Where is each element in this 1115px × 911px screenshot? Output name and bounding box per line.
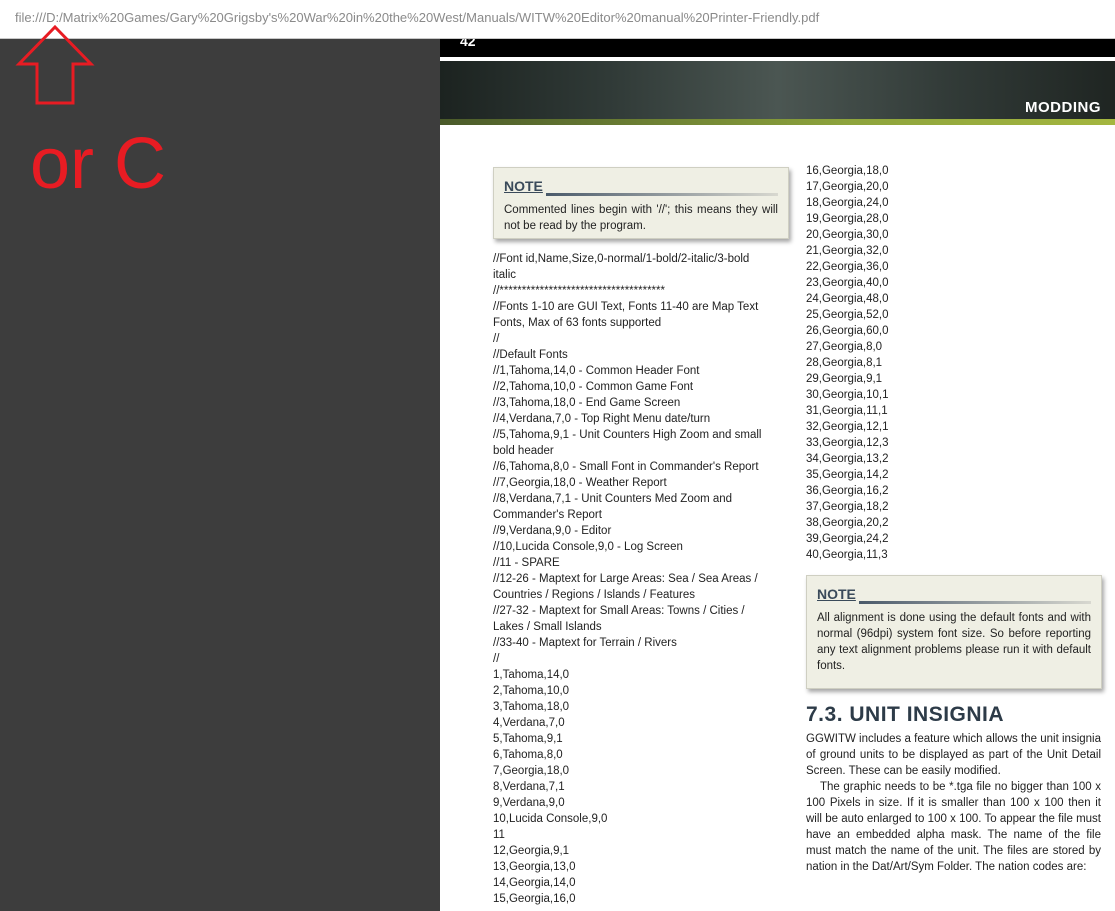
font-list-line: 36,Georgia,16,2 (806, 485, 889, 497)
font-list-line: Lakes / Small Islands (493, 621, 602, 633)
pdf-page: 42 MODDING NOTE Commented lines begin wi… (440, 39, 1115, 911)
font-list-line: 28,Georgia,8,1 (806, 357, 883, 369)
note-text: All alignment is done using the default … (817, 612, 1091, 672)
font-list-line: 18,Georgia,24,0 (806, 197, 889, 209)
font-list-line: 20,Georgia,30,0 (806, 229, 889, 241)
font-list-line: //11 - SPARE (493, 557, 560, 569)
font-list-line: //Fonts 1-10 are GUI Text, Fonts 11-40 a… (493, 301, 759, 313)
font-list-line: 11 (493, 829, 505, 841)
header-accent-bar (440, 119, 1115, 125)
font-list-line: //3,Tahoma,18,0 - End Game Screen (493, 397, 681, 409)
paragraph: The graphic needs to be *.tga file no bi… (806, 781, 1101, 873)
font-list-line: 9,Verdana,9,0 (493, 797, 565, 809)
font-list-line: //4,Verdana,7,0 - Top Right Menu date/tu… (493, 413, 711, 425)
font-list-line: 25,Georgia,52,0 (806, 309, 889, 321)
font-list-line: // (493, 333, 500, 345)
note-divider (546, 193, 778, 196)
font-list-line: 13,Georgia,13,0 (493, 861, 576, 873)
font-list-line: 12,Georgia,9,1 (493, 845, 570, 857)
font-list-line: 19,Georgia,28,0 (806, 213, 889, 225)
up-arrow-annotation-icon (15, 24, 95, 105)
page-top-strip: 42 (440, 39, 1115, 57)
note-title: NOTE (504, 178, 543, 194)
font-list-line: Countries / Regions / Islands / Features (493, 589, 695, 601)
font-list-right-column: 16,Georgia,18,0 17,Georgia,20,0 18,Georgia… (806, 163, 1006, 563)
font-list-line: //************************************* (493, 285, 665, 297)
page-header-banner (440, 61, 1115, 119)
font-list-line: 39,Georgia,24,2 (806, 533, 889, 545)
font-list-line: 4,Verdana,7,0 (493, 717, 565, 729)
note-title: NOTE (817, 586, 856, 602)
font-list-line: 8,Verdana,7,1 (493, 781, 565, 793)
font-list-line: //5,Tahoma,9,1 - Unit Counters High Zoom… (493, 429, 762, 441)
url-text[interactable]: file:///D:/Matrix%20Games/Gary%20Grigsby… (15, 10, 819, 25)
font-list-line: //6,Tahoma,8,0 - Small Font in Commander… (493, 461, 759, 473)
font-list-line: 24,Georgia,48,0 (806, 293, 889, 305)
font-list-line: 30,Georgia,10,1 (806, 389, 889, 401)
font-list-line: bold header (493, 445, 554, 457)
font-list-line: //8,Verdana,7,1 - Unit Counters Med Zoom… (493, 493, 733, 505)
font-list-line: // (493, 653, 500, 665)
font-list-line: //12-26 - Maptext for Large Areas: Sea /… (493, 573, 758, 585)
font-list-line: //1,Tahoma,14,0 - Common Header Font (493, 365, 700, 377)
font-list-line: 17,Georgia,20,0 (806, 181, 889, 193)
note-box: NOTE All alignment is done using the def… (806, 575, 1102, 689)
font-list-line: 10,Lucida Console,9,0 (493, 813, 608, 825)
font-list-line: //10,Lucida Console,9,0 - Log Screen (493, 541, 683, 553)
font-list-left-column: //Font id,Name,Size,0-normal/1-bold/2-it… (493, 251, 793, 907)
font-list-line: 3,Tahoma,18,0 (493, 701, 570, 713)
font-list-line: 38,Georgia,20,2 (806, 517, 889, 529)
font-list-line: 26,Georgia,60,0 (806, 325, 889, 337)
font-list-line: 21,Georgia,32,0 (806, 245, 889, 257)
font-list-line: 6,Tahoma,8,0 (493, 749, 563, 761)
font-list-line: 32,Georgia,12,1 (806, 421, 889, 433)
section-heading: 7.3. UNIT INSIGNIA (806, 703, 1005, 726)
font-list-line: 16,Georgia,18,0 (806, 165, 889, 177)
paragraph: GGWITW includes a feature which allows t… (806, 733, 1101, 777)
note-box: NOTE Commented lines begin with '//'; th… (493, 167, 789, 239)
font-list-line: 14,Georgia,14,0 (493, 877, 576, 889)
font-list-line: 27,Georgia,8,0 (806, 341, 883, 353)
font-list-line: //27-32 - Maptext for Small Areas: Towns… (493, 605, 745, 617)
font-list-line: 31,Georgia,11,1 (806, 405, 888, 417)
address-bar[interactable]: file:///D:/Matrix%20Games/Gary%20Grigsby… (0, 0, 1115, 39)
header-title: MODDING (1025, 99, 1101, 116)
font-list-line: Commander's Report (493, 509, 602, 521)
font-list-line: Fonts, Max of 63 fonts supported (493, 317, 662, 329)
font-list-line: //2,Tahoma,10,0 - Common Game Font (493, 381, 694, 393)
font-list-line: 29,Georgia,9,1 (806, 373, 883, 385)
font-list-line: 1,Tahoma,14,0 (493, 669, 570, 681)
font-list-line: //Font id,Name,Size,0-normal/1-bold/2-it… (493, 253, 750, 265)
font-list-line: 22,Georgia,36,0 (806, 261, 889, 273)
font-list-line: 37,Georgia,18,2 (806, 501, 889, 513)
note-text: Commented lines begin with '//'; this me… (504, 204, 778, 232)
font-list-line: 23,Georgia,40,0 (806, 277, 889, 289)
font-list-line: //9,Verdana,9,0 - Editor (493, 525, 612, 537)
font-list-line: //Default Fonts (493, 349, 568, 361)
font-list-line: 40,Georgia,11,3 (806, 549, 888, 561)
font-list-line: 35,Georgia,14,2 (806, 469, 889, 481)
section-body: GGWITW includes a feature which allows t… (806, 731, 1101, 875)
font-list-line: 34,Georgia,13,2 (806, 453, 889, 465)
font-list-line: 2,Tahoma,10,0 (493, 685, 570, 697)
font-list-line: //33-40 - Maptext for Terrain / Rivers (493, 637, 677, 649)
font-list-line: 5,Tahoma,9,1 (493, 733, 563, 745)
annotation-text: or C (30, 124, 167, 204)
font-list-line: 15,Georgia,16,0 (493, 893, 576, 905)
font-list-line: italic (493, 269, 517, 281)
page-number: 42 (460, 39, 476, 49)
font-list-line: 7,Georgia,18,0 (493, 765, 570, 777)
font-list-line: //7,Georgia,18,0 - Weather Report (493, 477, 667, 489)
note-divider (859, 601, 1091, 604)
font-list-line: 33,Georgia,12,3 (806, 437, 889, 449)
